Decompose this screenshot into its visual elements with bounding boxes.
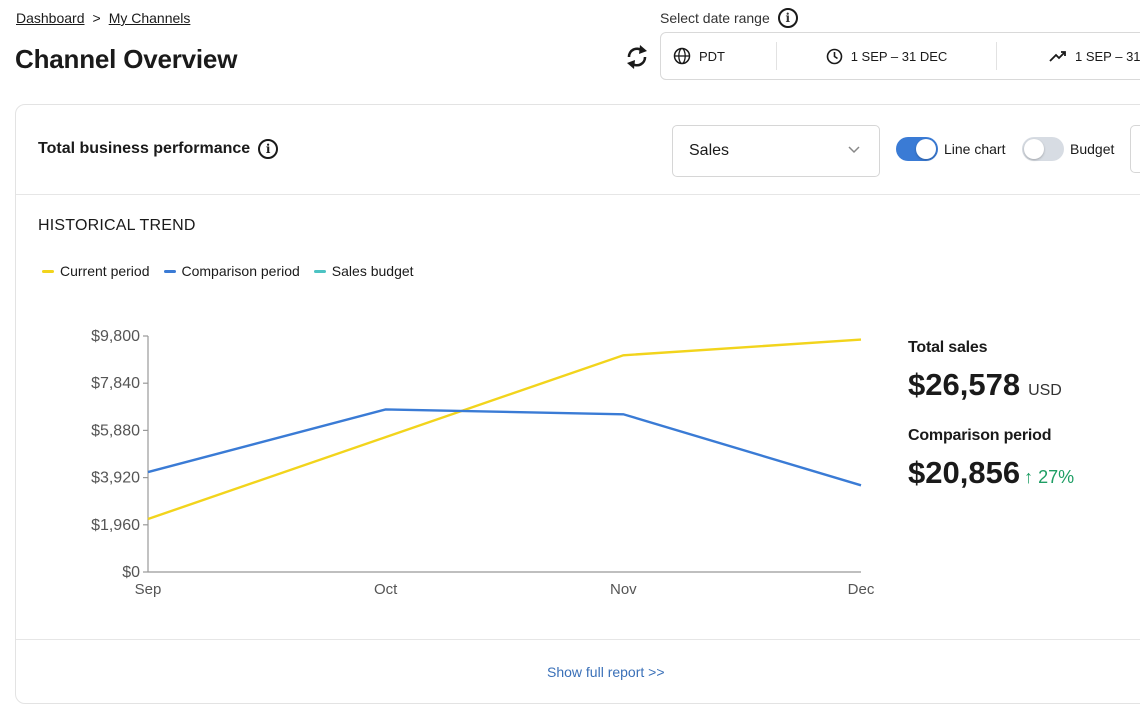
budget-toggle[interactable]: Budget	[1022, 137, 1114, 161]
date-range-label: Select date range	[660, 10, 770, 26]
total-sales-value-row: $26,578 USD	[908, 367, 1074, 403]
y-tick-label: $5,880	[91, 422, 140, 439]
x-tick-label: Nov	[610, 581, 637, 598]
globe-icon	[673, 47, 691, 65]
y-tick-label: $0	[122, 564, 140, 581]
total-sales-value: $26,578	[908, 367, 1021, 402]
line-chart-switch[interactable]	[896, 137, 938, 161]
clock-icon	[826, 48, 843, 64]
date-range-label-row: Select date range i	[660, 8, 798, 28]
breadcrumb-dashboard-link[interactable]: Dashboard	[16, 10, 85, 26]
currency-unit: USD	[1028, 382, 1062, 399]
more-options-button[interactable]	[1130, 125, 1140, 173]
refresh-icon	[627, 45, 647, 69]
timezone-selector[interactable]: PDT	[661, 42, 777, 70]
current-date-range[interactable]: 1 SEP – 31 DEC	[777, 42, 997, 70]
series-line	[147, 338, 862, 521]
refresh-button[interactable]	[622, 40, 652, 74]
show-full-report-link[interactable]: Show full report >>	[547, 664, 665, 680]
comparison-date-range-label: 1 SEP – 31 D	[1075, 48, 1140, 64]
comparison-value: $20,856	[908, 455, 1021, 490]
comparison-date-range[interactable]: 1 SEP – 31 D	[997, 42, 1140, 70]
performance-card: Total business performance i Sales Line …	[15, 104, 1140, 704]
y-tick-label: $1,960	[91, 517, 140, 534]
info-icon[interactable]: i	[777, 8, 798, 28]
total-sales-label: Total sales	[908, 339, 988, 356]
budget-toggle-label: Budget	[1070, 141, 1115, 157]
y-tick-label: $3,920	[91, 470, 140, 487]
breadcrumb-separator: >	[92, 10, 101, 26]
y-tick-label: $9,800	[91, 328, 140, 345]
breadcrumb-my-channels-link[interactable]: My Channels	[109, 10, 191, 26]
change-badge: ↑ 27%	[1024, 467, 1075, 487]
line-chart-toggle-label: Line chart	[944, 141, 1006, 157]
date-range-bar: PDT 1 SEP – 31 DEC 1 SEP – 31 D	[660, 32, 1140, 80]
timezone-label: PDT	[699, 48, 725, 64]
historical-trend-chart: $0 $1,960 $3,920 $5,880 $7,840 $9,800 Sep Oct No…	[91, 328, 875, 598]
stats-panel: Total sales $26,578 USD Comparison perio…	[908, 339, 1074, 491]
line-chart-toggle[interactable]: Line chart	[896, 137, 1005, 161]
trend-up-icon	[1049, 51, 1066, 62]
x-tick-label: Oct	[374, 581, 398, 598]
breadcrumb: Dashboard > My Channels	[16, 10, 190, 26]
x-tick-label: Sep	[135, 581, 162, 598]
card-footer: Show full report >>	[16, 639, 1140, 705]
budget-switch[interactable]	[1022, 137, 1064, 161]
comparison-value-row: $20,856 ↑ 27%	[908, 455, 1074, 491]
y-tick-label: $7,840	[91, 375, 140, 392]
x-tick-label: Dec	[848, 581, 875, 598]
comparison-period-label: Comparison period	[908, 427, 1052, 444]
series-line	[147, 408, 862, 487]
page-title: Channel Overview	[15, 44, 238, 74]
current-date-range-label: 1 SEP – 31 DEC	[850, 48, 948, 64]
